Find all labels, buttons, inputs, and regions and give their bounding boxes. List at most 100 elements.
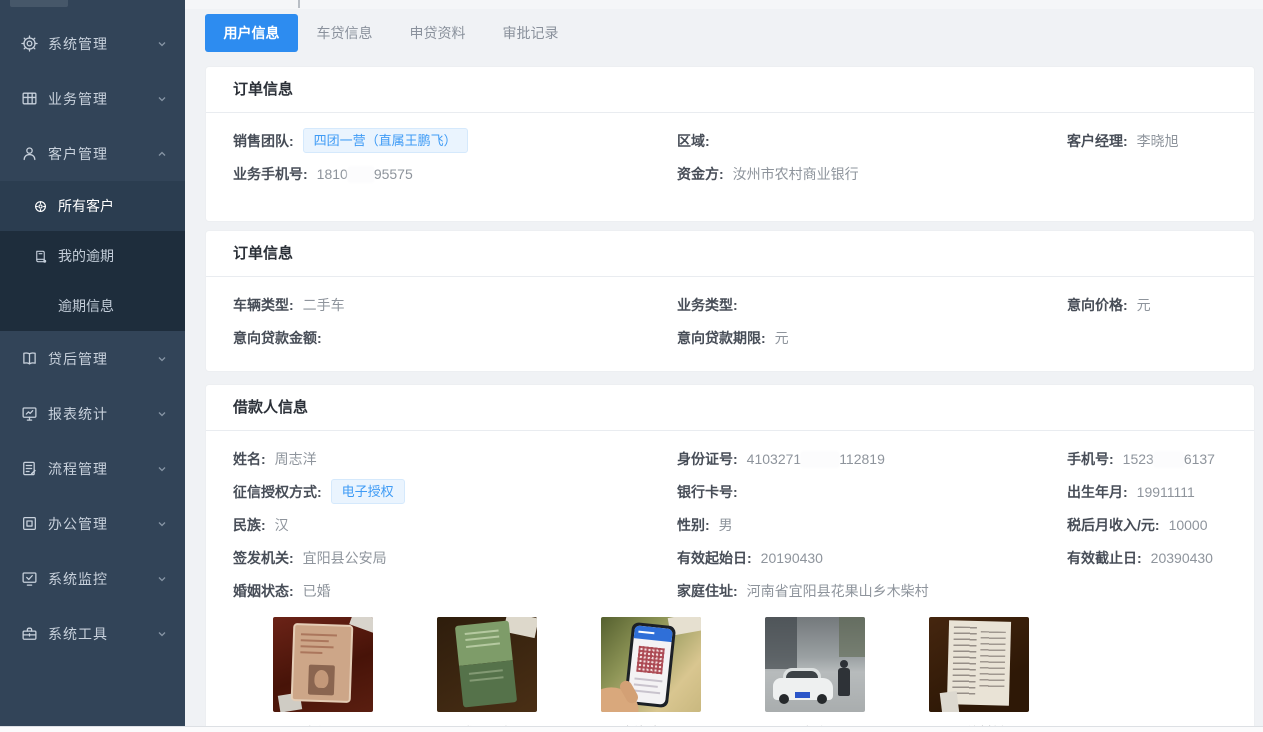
sidebar-item-process-mgmt[interactable]: 流程管理 [0, 441, 185, 496]
sidebar: 系统管理 业务管理 客户管理 [0, 0, 185, 726]
sidebar-item-office-mgmt[interactable]: 办公管理 [0, 496, 185, 551]
sidebar-item-postloan-mgmt[interactable]: 贷后管理 [0, 331, 185, 386]
field-empty [1067, 574, 1254, 607]
attachment-green-booklet: 登记证书 [437, 617, 537, 726]
toolbar-remnant [185, 0, 1263, 9]
field-home-address: 家庭住址: 河南省宜阳县花果山乡木柴村 [677, 574, 1067, 607]
chevron-down-icon [157, 94, 167, 104]
sidebar-item-label: 客户管理 [48, 144, 157, 164]
field-ethnicity: 民族: 汉 [233, 508, 677, 541]
field-valid-from: 有效起始日: 20190430 [677, 541, 1067, 574]
sidebar-item-label: 报表统计 [48, 404, 157, 424]
sidebar-item-label: 业务管理 [48, 89, 157, 109]
logo-remnant [10, 0, 68, 7]
field-empty [1067, 321, 1254, 354]
field-credit-auth-method: 征信授权方式: 电子授权 [233, 475, 677, 508]
field-intended-price: 意向价格: 元 [1067, 288, 1254, 321]
gear-icon [21, 35, 38, 52]
order-info-card: 订单信息 销售团队: 四团一营（直属王鹏飞） 区域: 客户经理: 李晓旭 [205, 66, 1255, 222]
field-name: 姓名: 周志洋 [233, 442, 677, 475]
field-region: 区域: [677, 124, 1067, 157]
field-id-number: 身份证号: 4103271112819 [677, 442, 1067, 475]
field-intended-loan-amount: 意向贷款金额: [233, 321, 677, 354]
page: 系统管理 业务管理 客户管理 [0, 0, 1263, 726]
toolbox-icon [21, 625, 38, 642]
sidebar-item-overdue-info[interactable]: 逾期信息 [0, 281, 185, 331]
field-business-type: 业务类型: [677, 288, 1067, 321]
sidebar-item-label: 我的逾期 [58, 246, 114, 266]
loan-intent-card: 订单信息 车辆类型: 二手车 业务类型: 意向价格: 元 [205, 230, 1255, 372]
handwritten-document-thumbnail[interactable] [929, 617, 1029, 712]
chevron-down-icon [157, 464, 167, 474]
borrower-info-card: 借款人信息 姓名: 周志洋 身份证号: 4103271112819 手机号: 1… [205, 384, 1255, 726]
chevron-down-icon [157, 409, 167, 419]
sidebar-item-customer-mgmt[interactable]: 客户管理 [0, 126, 185, 181]
sidebar-item-label: 系统监控 [48, 569, 157, 589]
field-marital-status: 婚姻状态: 已婚 [233, 574, 677, 607]
ledger-icon [33, 249, 48, 264]
id-card-photo-thumbnail[interactable] [273, 617, 373, 712]
sidebar-item-system-mgmt[interactable]: 系统管理 [0, 16, 185, 71]
field-bank-card: 银行卡号: [677, 475, 1067, 508]
field-account-manager: 客户经理: 李晓旭 [1067, 124, 1254, 157]
workflow-icon [21, 460, 38, 477]
person-with-car-thumbnail[interactable] [765, 617, 865, 712]
sidebar-item-label: 办公管理 [48, 514, 157, 534]
customer-mgmt-submenu: 所有客户 我的逾期 逾期信息 [0, 181, 185, 331]
open-book-icon [21, 350, 38, 367]
e-auth-tag[interactable]: 电子授权 [331, 479, 405, 504]
sidebar-item-system-tools[interactable]: 系统工具 [0, 606, 185, 661]
detail-tabs: 用户信息 车贷信息 申贷资料 审批记录 [205, 14, 577, 52]
field-gender: 性别: 男 [677, 508, 1067, 541]
redaction-blur [801, 452, 839, 467]
office-icon [21, 515, 38, 532]
attachment-id-card: 身份证 [273, 617, 373, 726]
sidebar-item-label: 所有客户 [58, 196, 114, 216]
card-title: 订单信息 [206, 67, 1254, 113]
field-birth-date: 出生年月: 19911111 [1067, 475, 1254, 508]
chevron-down-icon [157, 574, 167, 584]
field-mobile-phone: 手机号: 15236137 [1067, 442, 1254, 475]
sidebar-item-label: 流程管理 [48, 459, 157, 479]
tab-car-loan-info[interactable]: 车贷信息 [298, 14, 391, 52]
wheel-icon [33, 199, 48, 214]
attachment-person-car: 人车合影 [765, 617, 865, 726]
redaction-blur [348, 167, 374, 182]
grid-icon [21, 90, 38, 107]
chevron-up-icon [157, 149, 167, 159]
sidebar-item-label: 贷后管理 [48, 349, 157, 369]
chevron-down-icon [157, 354, 167, 364]
tab-user-info[interactable]: 用户信息 [205, 14, 298, 52]
sidebar-item-report-stats[interactable]: 报表统计 [0, 386, 185, 441]
redaction-blur [1154, 452, 1184, 467]
card-title: 订单信息 [206, 231, 1254, 277]
registration-booklet-thumbnail[interactable] [437, 617, 537, 712]
monitor-icon [21, 405, 38, 422]
sidebar-item-my-overdue[interactable]: 我的逾期 [0, 231, 185, 281]
card-title: 借款人信息 [206, 385, 1254, 431]
tab-loan-application-docs[interactable]: 申贷资料 [391, 14, 484, 52]
authorization-screenshot-thumbnail[interactable] [601, 617, 701, 712]
tab-approval-records[interactable]: 审批记录 [484, 14, 577, 52]
attachment-handwritten-doc: 其他材料 [929, 617, 1029, 726]
sidebar-item-all-customers[interactable]: 所有客户 [0, 181, 185, 231]
sales-team-tag[interactable]: 四团一营（直属王鹏飞） [303, 128, 468, 153]
sidebar-item-system-monitor[interactable]: 系统监控 [0, 551, 185, 606]
field-business-phone: 业务手机号: 181095575 [233, 157, 677, 190]
field-funder: 资金方: 汝州市农村商业银行 [677, 157, 1067, 190]
field-monthly-income: 税后月收入/元: 10000 [1067, 508, 1254, 541]
field-sales-team: 销售团队: 四团一营（直属王鹏飞） [233, 124, 677, 157]
chevron-down-icon [157, 629, 167, 639]
field-issuing-authority: 签发机关: 宜阳县公安局 [233, 541, 677, 574]
sidebar-item-business-mgmt[interactable]: 业务管理 [0, 71, 185, 126]
field-intended-loan-term: 意向贷款期限: 元 [677, 321, 1067, 354]
field-empty [1067, 157, 1254, 190]
sidebar-item-label: 逾期信息 [58, 296, 114, 316]
attachment-thumbnails: 身份证 登记证书 [233, 617, 1254, 726]
viewport-seam [0, 726, 1263, 732]
field-vehicle-type: 车辆类型: 二手车 [233, 288, 677, 321]
chevron-down-icon [157, 39, 167, 49]
sidebar-menu: 系统管理 业务管理 客户管理 [0, 0, 185, 661]
sidebar-item-label: 系统管理 [48, 34, 157, 54]
monitor-check-icon [21, 570, 38, 587]
